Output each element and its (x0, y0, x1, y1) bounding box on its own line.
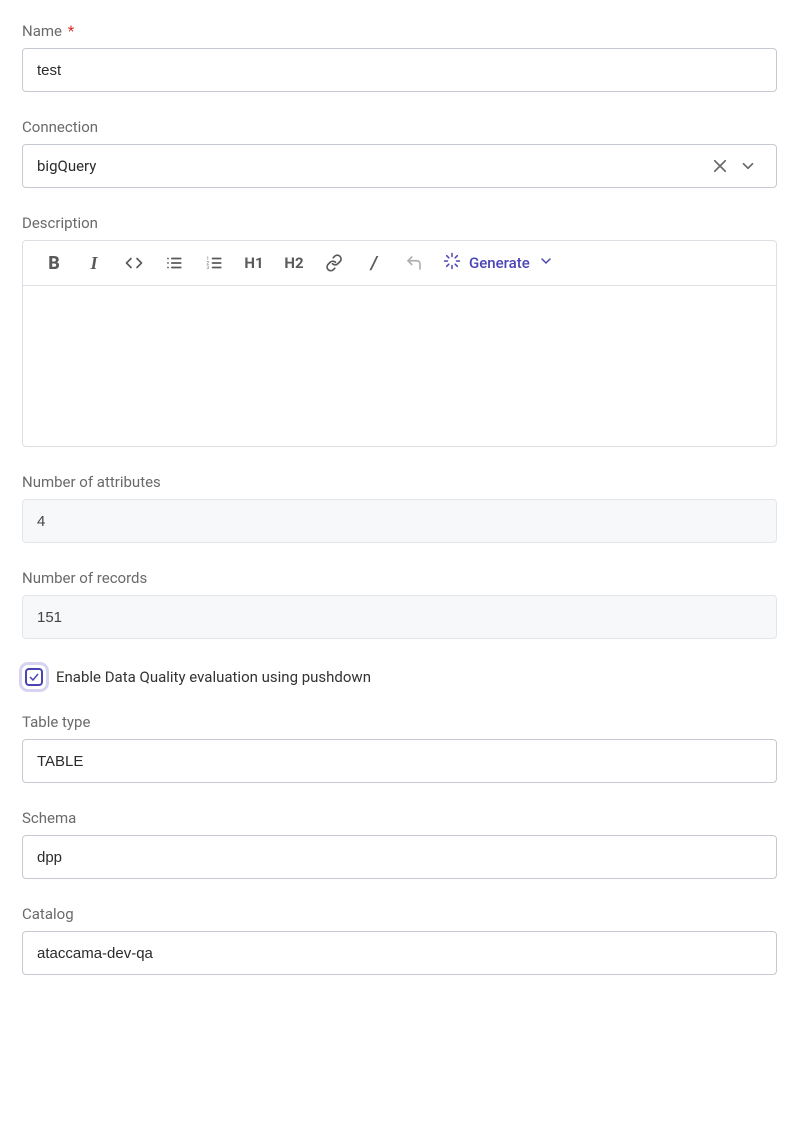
bullet-list-button[interactable] (163, 251, 185, 275)
field-table-type: Table type (22, 713, 777, 783)
description-editor: B I 123 H1 H2 / Ge (22, 240, 777, 447)
chevron-down-icon[interactable] (734, 152, 762, 180)
catalog-input[interactable] (22, 931, 777, 975)
label-catalog: Catalog (22, 905, 777, 923)
label-schema: Schema (22, 809, 777, 827)
field-name: Name * (22, 22, 777, 92)
field-num-records: Number of records (22, 569, 777, 639)
bold-button[interactable]: B (43, 251, 65, 275)
num-records-input (22, 595, 777, 639)
label-name: Name * (22, 22, 777, 40)
label-name-text: Name (22, 22, 62, 40)
label-num-attributes: Number of attributes (22, 473, 777, 491)
table-type-input[interactable] (22, 739, 777, 783)
schema-input[interactable] (22, 835, 777, 879)
field-description: Description B I 123 H1 H2 / (22, 214, 777, 447)
link-button[interactable] (323, 251, 345, 275)
connection-select[interactable]: bigQuery (22, 144, 777, 188)
label-table-type: Table type (22, 713, 777, 731)
pushdown-checkbox[interactable] (22, 665, 46, 689)
name-input[interactable] (22, 48, 777, 92)
pushdown-label: Enable Data Quality evaluation using pus… (56, 668, 371, 686)
num-attributes-input (22, 499, 777, 543)
description-textarea[interactable] (23, 286, 776, 446)
label-connection: Connection (22, 118, 777, 136)
required-asterisk: * (68, 22, 74, 40)
field-catalog: Catalog (22, 905, 777, 975)
h1-button[interactable]: H1 (243, 251, 265, 275)
code-button[interactable] (123, 251, 145, 275)
undo-button[interactable] (403, 251, 425, 275)
generate-label: Generate (469, 254, 530, 272)
field-num-attributes: Number of attributes (22, 473, 777, 543)
generate-button[interactable]: Generate (443, 252, 554, 274)
h2-button[interactable]: H2 (283, 251, 305, 275)
field-connection: Connection bigQuery (22, 118, 777, 188)
sparkle-icon (443, 252, 461, 274)
slash-button[interactable]: / (363, 251, 385, 275)
connection-value: bigQuery (37, 157, 706, 175)
editor-toolbar: B I 123 H1 H2 / Ge (23, 241, 776, 286)
pushdown-checkbox-row: Enable Data Quality evaluation using pus… (22, 665, 777, 689)
numbered-list-button[interactable]: 123 (203, 251, 225, 275)
svg-text:3: 3 (207, 265, 210, 271)
italic-button[interactable]: I (83, 251, 105, 275)
clear-icon[interactable] (706, 152, 734, 180)
check-icon (25, 668, 43, 686)
chevron-down-icon (538, 253, 554, 273)
field-schema: Schema (22, 809, 777, 879)
label-num-records: Number of records (22, 569, 777, 587)
label-description: Description (22, 214, 777, 232)
